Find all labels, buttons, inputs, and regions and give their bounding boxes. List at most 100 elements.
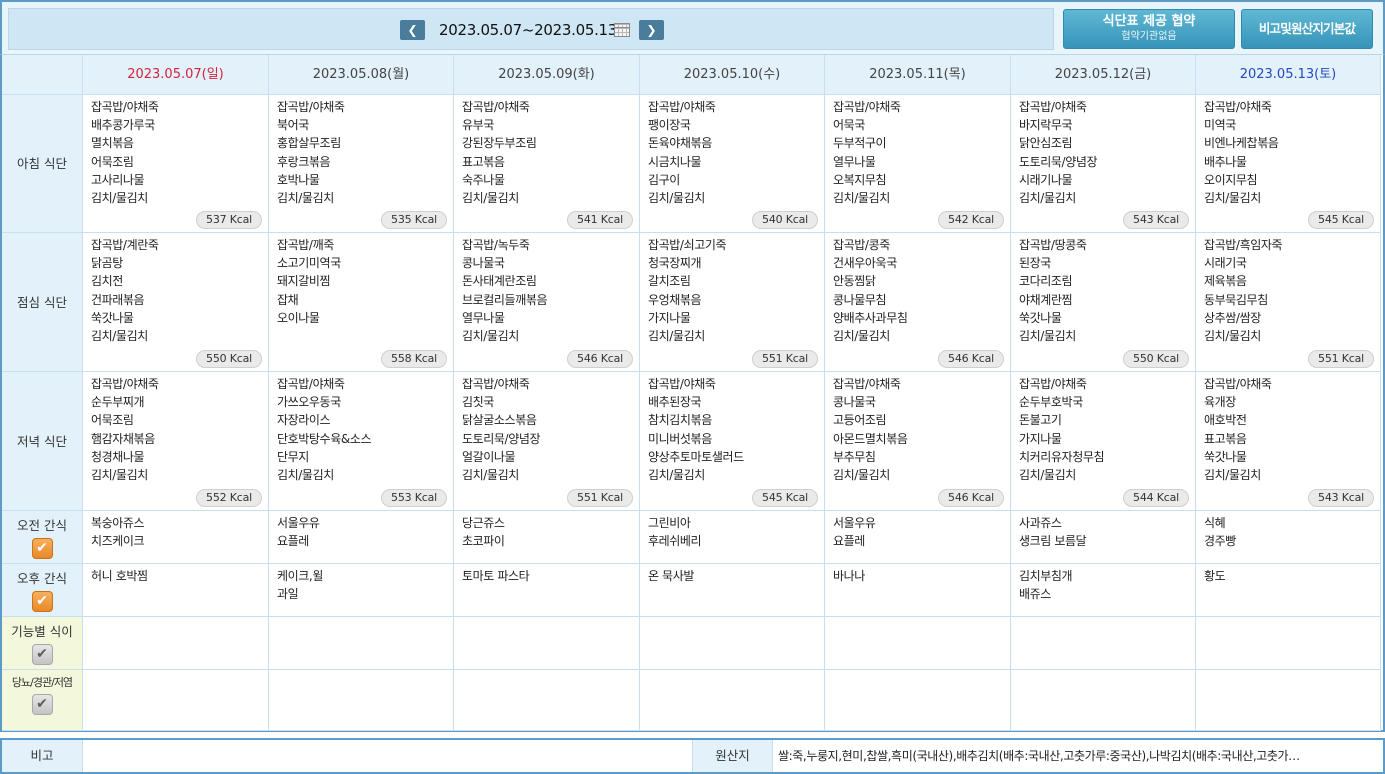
snack-list: 토마토 파스타 [454, 564, 639, 585]
menu-item: 가지나물 [648, 310, 691, 325]
meal-cell[interactable]: 잡곡밥/야채죽 배추콩가루국 멸치볶음 어묵조림 고사리나물 김치/물김치 537 Kcal [83, 95, 269, 233]
snack-cell[interactable] [1196, 670, 1381, 731]
chevron-left-icon[interactable]: ❮ [400, 20, 425, 40]
kcal-badge: 543 Kcal [1123, 211, 1189, 229]
snack-cell[interactable]: 복숭아쥬스치즈케이크 [83, 511, 269, 564]
snack-cell[interactable]: 서울우유 요플레 [269, 511, 454, 564]
menu-item: 잡곡밥/흑임자죽 [1204, 238, 1283, 252]
menu-list: 잡곡밥/야채죽 유부국 강된장두부조림 표고볶음 숙주나물 김치/물김치 [454, 95, 639, 207]
menu-item: 안동찜닭 [833, 274, 876, 289]
menu-item: 잡곡밥/녹두죽 [462, 238, 530, 252]
snack-cell[interactable]: 서울우유 요플레 [825, 511, 1011, 564]
agreement-title: 식단표 제공 협약 [1102, 14, 1196, 29]
snack-cell[interactable]: 그린비아 후레쉬베리 [640, 511, 825, 564]
meal-cell[interactable]: 잡곡밥/야채죽 어묵국 두부적구이 열무나물 오복지무침 김치/물김치 542 Kcal [825, 95, 1011, 233]
snack-cell[interactable] [640, 617, 825, 670]
snack-cell[interactable] [269, 670, 454, 731]
meal-cell[interactable]: 잡곡밥/땅콩죽 된장국 코다리조림 야채계란찜 쑥갓나물 김치/물김치 550 Kcal [1011, 233, 1196, 372]
menu-item: 제육볶음 [1204, 274, 1247, 289]
snack-cell[interactable]: 케이크,윌 과일 [269, 564, 454, 617]
snack-cell[interactable]: 온 묵사발 [640, 564, 825, 617]
meal-cell[interactable]: 잡곡밥/야채죽 순두부호박국 돈불고기 가지나물 치커리유자청무침 김치/물김치 544 K… [1011, 372, 1196, 511]
day-header: 2023.05.10(수) [640, 55, 825, 95]
snack-cell[interactable]: 식혜 경주빵 [1196, 511, 1381, 564]
snack-cell[interactable]: 사과쥬스 생크림 보름달 [1011, 511, 1196, 564]
checkbox-icon[interactable]: ✔ [31, 591, 53, 612]
menu-list: 잡곡밥/야채죽 배추된장국 참치김치볶음 미니버섯볶음 양상추토마토샐러드 김치/물김치 [640, 372, 824, 484]
meal-cell[interactable]: 잡곡밥/야채죽 유부국 강된장두부조림 표고볶음 숙주나물 김치/물김치 541 Kcal [454, 95, 640, 233]
meal-cell[interactable]: 잡곡밥/야채죽 김칫국 닭살굴소스볶음 도토리묵/양념장 얼갈이나물 김치/물김치 551 … [454, 372, 640, 511]
origin-defaults-button[interactable]: 비고및원산지기본값 [1241, 9, 1373, 49]
menu-item: 열무나물 [462, 310, 505, 325]
snack-cell[interactable] [83, 670, 269, 731]
origin-field[interactable]: 쌀:죽,누룽지,현미,찹쌀,흑미(국내산),배추김치(배추:국내산,고춧가루:중… [778, 740, 1383, 772]
kcal-badge: 546 Kcal [938, 489, 1004, 507]
snack-item: 서울우유 [833, 516, 876, 530]
day-header: 2023.05.11(목) [825, 55, 1011, 95]
snack-list: 서울우유 요플레 [269, 511, 453, 550]
date-range-text: 2023.05.07~2023.05.13 [439, 21, 618, 39]
menu-item: 김치/물김치 [648, 468, 705, 483]
meal-cell[interactable]: 잡곡밥/야채죽 배추된장국 참치김치볶음 미니버섯볶음 양상추토마토샐러드 김치/물김치 5… [640, 372, 825, 511]
snack-cell[interactable]: 황도 [1196, 564, 1381, 617]
meal-cell[interactable]: 잡곡밥/야채죽 미역국 비엔나케찹볶음 배추나물 오이지무침 김치/물김치 545 Kcal [1196, 95, 1381, 233]
meal-cell[interactable]: 잡곡밥/녹두죽 콩나물국 돈사태계란조림 브로컬리들깨볶음 열무나물 김치/물김치 546 … [454, 233, 640, 372]
snack-item: 치즈케이크 [91, 534, 145, 549]
menu-item: 잡곡밥/야채죽 [648, 100, 716, 114]
snack-cell[interactable]: 바나나 [825, 564, 1011, 617]
breakfast-row-label: 아침 식단 [2, 95, 83, 233]
checkbox-icon[interactable]: ✔ [31, 694, 53, 715]
meal-cell[interactable]: 잡곡밥/야채죽 팽이장국 돈육야채볶음 시금치나물 김구이 김치/물김치 540 Kcal [640, 95, 825, 233]
kcal-badge: 551 Kcal [1308, 350, 1374, 368]
menu-item: 건파래볶음 [91, 292, 145, 307]
menu-item: 김치/물김치 [833, 468, 890, 483]
meal-cell[interactable]: 잡곡밥/콩죽 건새우아욱국 안동찜닭 콩나물무침 양배추사과무침 김치/물김치 546 Kc… [825, 233, 1011, 372]
meal-cell[interactable]: 잡곡밥/계란죽 닭곰탕 김치전 건파래볶음 쑥갓나물 김치/물김치 550 Kcal [83, 233, 269, 372]
menu-item: 어묵조림 [91, 413, 134, 428]
meal-cell[interactable]: 잡곡밥/야채죽 북어국 홍합살무조림 후랑크볶음 호박나물 김치/물김치 535 Kcal [269, 95, 454, 233]
menu-item: 돈육야채볶음 [648, 136, 712, 151]
meal-plan-agreement-button[interactable]: 식단표 제공 협약 협약기관없음 [1063, 9, 1235, 49]
snack-cell[interactable] [825, 670, 1011, 731]
dinner-row-label: 저녁 식단 [2, 372, 83, 511]
calendar-icon[interactable] [614, 23, 630, 37]
menu-item: 아몬드멸치볶음 [833, 431, 908, 446]
snack-cell[interactable] [1196, 617, 1381, 670]
menu-item: 우엉채볶음 [648, 292, 702, 307]
menu-list: 잡곡밥/야채죽 바지락무국 닭안심조림 도토리묵/양념장 시래기나물 김치/물김치 [1011, 95, 1195, 207]
snack-item: 복숭아쥬스 [91, 516, 145, 530]
snack-cell[interactable]: 김치부침개 배쥬스 [1011, 564, 1196, 617]
snack-cell[interactable]: 당근쥬스 초코파이 [454, 511, 640, 564]
snack-cell[interactable]: 허니 호박찜 [83, 564, 269, 617]
menu-item: 햄감자채볶음 [91, 431, 155, 446]
meal-cell[interactable]: 잡곡밥/야채죽 순두부찌개 어묵조림 햄감자채볶음 청경채나물 김치/물김치 552 Kca… [83, 372, 269, 511]
meal-cell[interactable]: 잡곡밥/야채죽 바지락무국 닭안심조림 도토리묵/양념장 시래기나물 김치/물김치 543 … [1011, 95, 1196, 233]
chevron-right-icon[interactable]: ❯ [639, 20, 664, 40]
note-field[interactable] [83, 740, 693, 772]
snack-item: 배쥬스 [1019, 587, 1051, 602]
snack-cell[interactable] [454, 617, 640, 670]
meal-cell[interactable]: 잡곡밥/흑임자죽 시래기국 제육볶음 동부묵김무침 상추쌈/쌈장 김치/물김치 551 Kc… [1196, 233, 1381, 372]
menu-item: 팽이장국 [648, 118, 691, 133]
meal-cell[interactable]: 잡곡밥/쇠고기죽 청국장찌개 갈치조림 우엉채볶음 가지나물 김치/물김치 551 Kcal [640, 233, 825, 372]
snack-cell[interactable] [825, 617, 1011, 670]
checkbox-icon[interactable]: ✔ [31, 538, 53, 559]
menu-item: 김치/물김치 [462, 468, 519, 483]
meal-cell[interactable]: 잡곡밥/야채죽 육개장 애호박전 표고볶음 쑥갓나물 김치/물김치 543 Kcal [1196, 372, 1381, 511]
snack-cell[interactable]: 토마토 파스타 [454, 564, 640, 617]
checkbox-icon[interactable]: ✔ [31, 644, 53, 665]
meal-cell[interactable]: 잡곡밥/야채죽 가쓰오우동국 자장라이스 단호박탕수육&소스 단무지 김치/물김치 553 … [269, 372, 454, 511]
snack-cell[interactable] [454, 670, 640, 731]
snack-cell[interactable] [83, 617, 269, 670]
menu-item: 단호박탕수육&소스 [277, 431, 372, 446]
snack-cell[interactable] [1011, 670, 1196, 731]
menu-item: 잡곡밥/야채죽 [833, 100, 901, 114]
snack-item: 토마토 파스타 [462, 569, 530, 583]
menu-item: 순두부찌개 [91, 395, 145, 410]
snack-cell[interactable] [269, 617, 454, 670]
snack-cell[interactable] [1011, 617, 1196, 670]
snack-list: 당근쥬스 초코파이 [454, 511, 639, 550]
snack-cell[interactable] [640, 670, 825, 731]
meal-cell[interactable]: 잡곡밥/야채죽 콩나물국 고등어조림 아몬드멸치볶음 부추무침 김치/물김치 546 Kca… [825, 372, 1011, 511]
meal-cell[interactable]: 잡곡밥/깨죽 소고기미역국 돼지갈비찜 잡채 오이나물 558 Kcal [269, 233, 454, 372]
